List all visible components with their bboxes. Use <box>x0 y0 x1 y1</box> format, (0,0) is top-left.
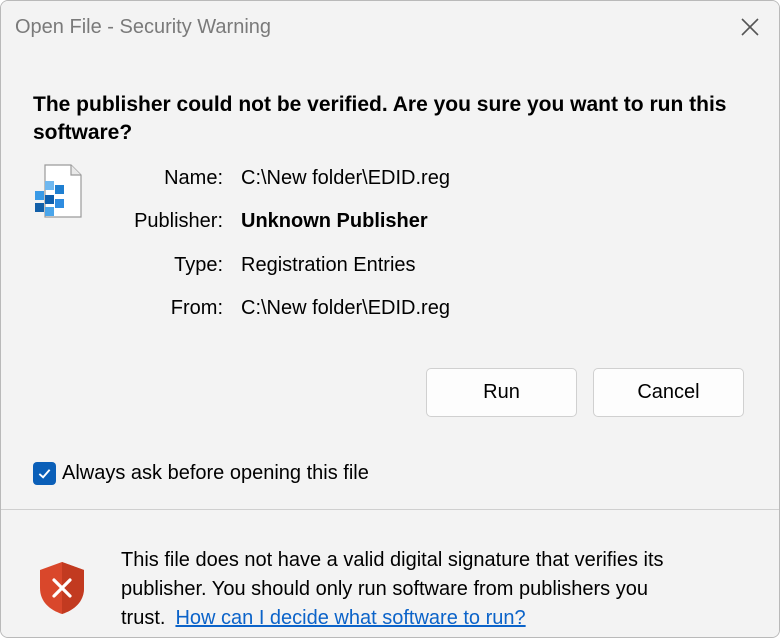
help-link[interactable]: How can I decide what software to run? <box>175 607 525 629</box>
always-ask-label[interactable]: Always ask before opening this file <box>62 462 369 485</box>
warning-headline: The publisher could not be verified. Are… <box>33 93 727 144</box>
title-bar: Open File - Security Warning <box>1 1 779 53</box>
cancel-button[interactable]: Cancel <box>593 368 744 417</box>
checkmark-icon <box>38 468 51 479</box>
publisher-value: Unknown Publisher <box>241 210 428 232</box>
name-value: C:\New folder\EDID.reg <box>241 167 450 189</box>
signature-warning-text: This file does not have a valid digital … <box>121 546 741 633</box>
footer-panel: This file does not have a valid digital … <box>1 510 779 637</box>
detail-type-row: Type: Registration Entries <box>1 251 779 279</box>
close-icon <box>741 18 759 36</box>
close-button[interactable] <box>721 1 779 53</box>
type-value: Registration Entries <box>241 254 416 276</box>
window-title: Open File - Security Warning <box>15 16 272 38</box>
shield-warning-icon <box>40 562 84 614</box>
from-value: C:\New folder\EDID.reg <box>241 297 450 319</box>
detail-publisher-row: Publisher: Unknown Publisher <box>1 207 779 235</box>
detail-from-row: From: C:\New folder\EDID.reg <box>1 294 779 322</box>
name-label: Name: <box>164 167 223 189</box>
always-ask-checkbox[interactable] <box>33 461 56 485</box>
type-label: Type: <box>174 254 223 276</box>
publisher-label: Publisher: <box>134 210 223 232</box>
run-button[interactable]: Run <box>426 368 577 417</box>
security-warning-dialog: Open File - Security Warning The publish… <box>0 0 780 638</box>
always-ask-row[interactable]: Always ask before opening this file <box>33 459 369 487</box>
main-content: The publisher could not be verified. Are… <box>1 53 779 509</box>
detail-name-row: Name: C:\New folder\EDID.reg <box>1 164 779 192</box>
from-label: From: <box>170 297 223 319</box>
